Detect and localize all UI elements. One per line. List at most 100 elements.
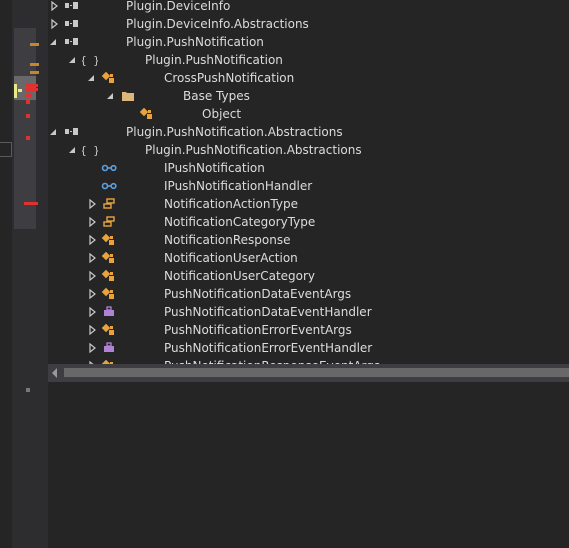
- tree-row[interactable]: PushNotificationErrorEventArgs: [48, 321, 569, 339]
- tree-row[interactable]: Plugin.DeviceInfo.Abstractions: [48, 15, 569, 33]
- enum-icon: [101, 195, 117, 213]
- map-marker: [30, 63, 39, 66]
- collapsed-arrow-icon[interactable]: [87, 195, 97, 213]
- class-icon: [101, 357, 117, 364]
- expanded-arrow-icon[interactable]: [106, 87, 116, 105]
- tree-row-label: Plugin.PushNotification.Abstractions: [126, 125, 343, 139]
- tree-row[interactable]: Object: [48, 105, 569, 123]
- tree-row[interactable]: NotificationResponse: [48, 231, 569, 249]
- tree-row-label: Base Types: [183, 89, 250, 103]
- tree-row[interactable]: Plugin.DeviceInfo: [48, 0, 569, 15]
- tree-row-label: Plugin.PushNotification.Abstractions: [145, 143, 362, 157]
- collapsed-arrow-icon[interactable]: [49, 0, 59, 15]
- tree-row-label: IPushNotification: [164, 161, 265, 175]
- tree-row[interactable]: Base Types: [48, 87, 569, 105]
- assembly-icon: [63, 15, 79, 33]
- map-dot: [26, 388, 30, 392]
- tree-row-label: Plugin.DeviceInfo: [126, 0, 231, 13]
- tree-row[interactable]: NotificationUserCategory: [48, 267, 569, 285]
- map-marker-error: [26, 94, 32, 97]
- tree-row-label: PushNotificationDataEventArgs: [164, 287, 352, 301]
- collapsed-arrow-icon[interactable]: [87, 357, 97, 364]
- tree-row-label: Plugin.PushNotification: [145, 53, 283, 67]
- expanded-arrow-icon[interactable]: [49, 123, 59, 141]
- class-icon: [101, 267, 117, 285]
- tree-row[interactable]: NotificationCategoryType: [48, 213, 569, 231]
- tree-row[interactable]: Plugin.PushNotification.Abstractions: [48, 123, 569, 141]
- tree-row[interactable]: NotificationActionType: [48, 195, 569, 213]
- overview-map-track[interactable]: [14, 28, 36, 229]
- tree-row-label: Plugin.DeviceInfo.Abstractions: [126, 17, 309, 31]
- map-marker-error: [24, 202, 38, 205]
- gutter-edge: [0, 0, 12, 548]
- tree-row[interactable]: IPushNotificationHandler: [48, 177, 569, 195]
- tree-row[interactable]: { } Plugin.PushNotification.Abstractions: [48, 141, 569, 159]
- tree-row[interactable]: IPushNotification: [48, 159, 569, 177]
- interface-icon: [101, 159, 117, 177]
- collapsed-arrow-icon[interactable]: [87, 285, 97, 303]
- tree-row-label: NotificationResponse: [164, 233, 291, 247]
- tree-row[interactable]: NotificationUserAction: [48, 249, 569, 267]
- collapsed-arrow-icon[interactable]: [49, 15, 59, 33]
- collapsed-arrow-icon[interactable]: [87, 339, 97, 357]
- svg-text:{ }: { }: [82, 54, 98, 67]
- tree-row[interactable]: { } Plugin.PushNotification: [48, 51, 569, 69]
- empty-detail-pane: [48, 382, 569, 548]
- collapsed-arrow-icon[interactable]: [87, 321, 97, 339]
- namespace-icon: { }: [80, 141, 100, 159]
- svg-text:{ }: { }: [82, 144, 98, 157]
- map-marker-current: [14, 84, 17, 98]
- map-marker-error: [26, 136, 30, 140]
- scroll-left-arrow-icon[interactable]: [52, 368, 57, 378]
- tree-row[interactable]: Plugin.PushNotification: [48, 33, 569, 51]
- map-marker-error: [26, 88, 38, 91]
- map-marker-error: [26, 84, 38, 87]
- expanded-arrow-icon[interactable]: [68, 141, 78, 159]
- left-gutter: [0, 0, 48, 548]
- tree-row-label: PushNotificationErrorEventHandler: [164, 341, 373, 355]
- assembly-icon: [63, 0, 79, 15]
- tree-row[interactable]: CrossPushNotification: [48, 69, 569, 87]
- collapsed-arrow-icon[interactable]: [87, 249, 97, 267]
- expanded-arrow-icon[interactable]: [68, 51, 78, 69]
- tree-row[interactable]: PushNotificationResponseEventArgs: [48, 357, 569, 364]
- tree-row-label: PushNotificationErrorEventArgs: [164, 323, 352, 337]
- class-icon: [101, 69, 117, 87]
- map-marker: [18, 89, 22, 92]
- tree-row[interactable]: PushNotificationDataEventHandler: [48, 303, 569, 321]
- tree-row-label: NotificationCategoryType: [164, 215, 316, 229]
- collapsed-arrow-icon[interactable]: [87, 303, 97, 321]
- delegate-icon: [101, 303, 117, 321]
- horizontal-scrollbar[interactable]: [48, 364, 569, 382]
- tree-row-label: Plugin.PushNotification: [126, 35, 264, 49]
- expanded-arrow-icon[interactable]: [87, 69, 97, 87]
- tree-row-label: NotificationUserCategory: [164, 269, 316, 283]
- tree-row-label: IPushNotificationHandler: [164, 179, 313, 193]
- delegate-icon: [101, 339, 117, 357]
- collapsed-arrow-icon[interactable]: [87, 213, 97, 231]
- class-icon: [101, 321, 117, 339]
- horizontal-scroll-thumb[interactable]: [64, 368, 569, 377]
- namespace-icon: { }: [80, 51, 100, 69]
- object-browser-tree: Plugin.DeviceInfo Plugin.DeviceInfo.Abstr…: [48, 0, 569, 364]
- collapsed-arrow-icon[interactable]: [87, 267, 97, 285]
- class-icon: [101, 285, 117, 303]
- tree-row[interactable]: PushNotificationErrorEventHandler: [48, 339, 569, 357]
- expanded-arrow-icon[interactable]: [49, 33, 59, 51]
- enum-icon: [101, 213, 117, 231]
- tree-row[interactable]: PushNotificationDataEventArgs: [48, 285, 569, 303]
- map-marker: [30, 43, 39, 46]
- tree-row-label: PushNotificationResponseEventArgs: [164, 357, 380, 364]
- tree-row-label: NotificationActionType: [164, 197, 298, 211]
- tree-row-label: PushNotificationDataEventHandler: [164, 305, 372, 319]
- assembly-icon: [63, 123, 79, 141]
- map-marker-error: [26, 100, 30, 104]
- collapsed-arrow-icon[interactable]: [87, 231, 97, 249]
- folder-icon: [120, 87, 136, 105]
- map-marker-error: [26, 114, 30, 118]
- collapsed-panel-tab[interactable]: [0, 142, 12, 157]
- interface-icon: [101, 177, 117, 195]
- class-icon: [139, 105, 155, 123]
- map-marker: [30, 71, 39, 74]
- class-icon: [101, 231, 117, 249]
